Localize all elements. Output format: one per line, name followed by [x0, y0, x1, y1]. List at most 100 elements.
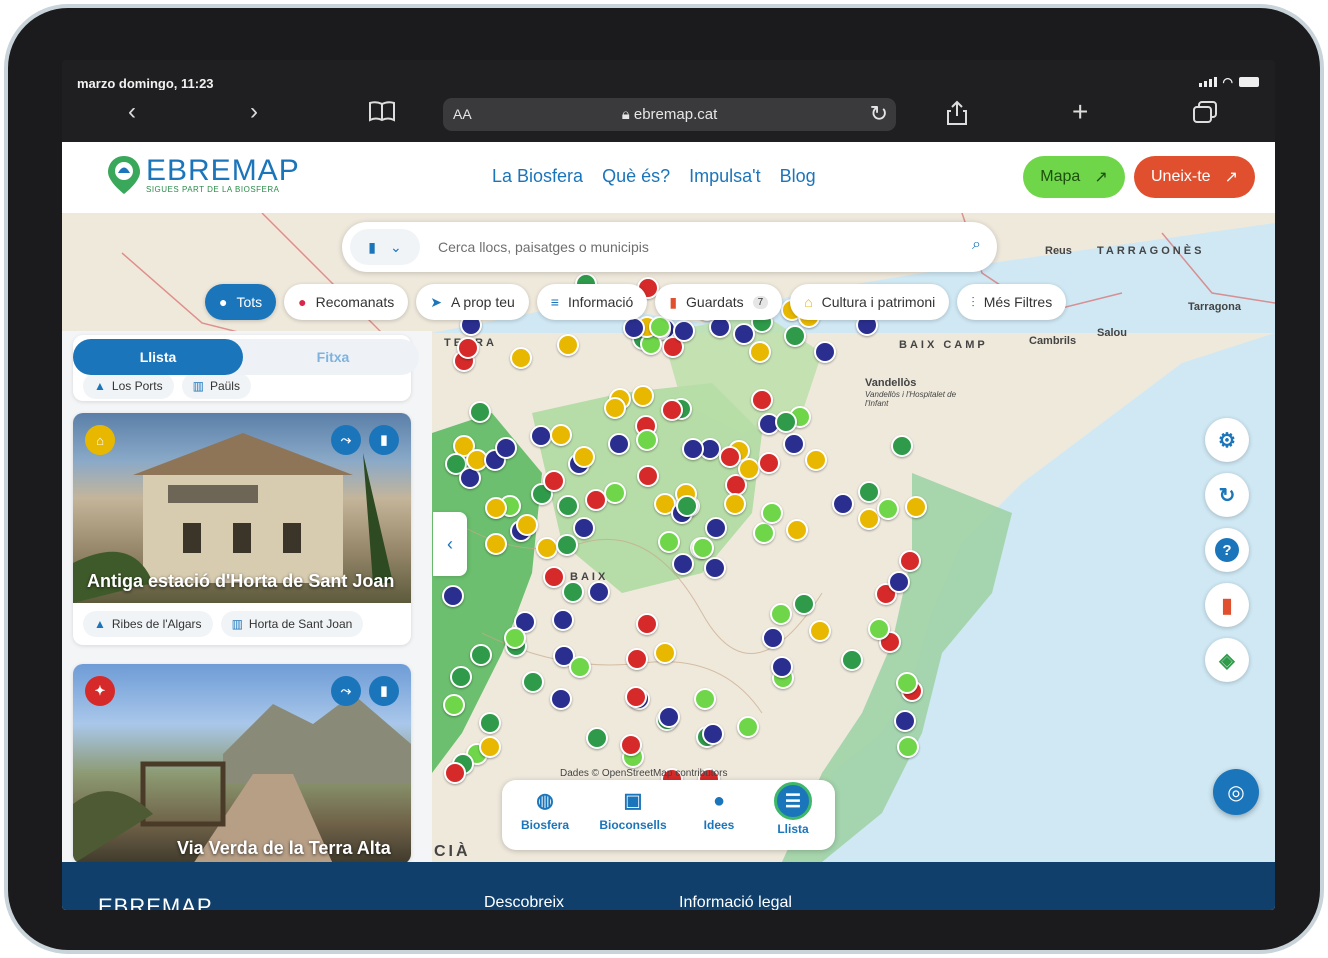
map-marker-icon[interactable] [586, 727, 608, 749]
place-card[interactable]: ⌂ ⤳ ▮ Antiga estació d'Horta de Sant Joa… [73, 413, 411, 645]
help-button[interactable]: ? [1205, 528, 1249, 572]
mapa-button[interactable]: Mapa ↗ [1023, 156, 1125, 198]
nav-biosfera-tab[interactable]: ◍ Biosfera [505, 790, 585, 832]
share-icon[interactable] [946, 100, 968, 131]
map-marker-icon[interactable] [443, 694, 465, 716]
nav-bioconsells-tab[interactable]: ▣ Bioconsells [593, 790, 673, 832]
nav-biosfera[interactable]: La Biosfera [492, 166, 583, 187]
map-marker-icon[interactable] [899, 550, 921, 572]
map-marker-icon[interactable] [562, 581, 584, 603]
map-marker-icon[interactable] [623, 317, 645, 339]
map-marker-icon[interactable] [604, 397, 626, 419]
map-marker-icon[interactable] [504, 627, 526, 649]
nav-llista-tab[interactable]: ☰ Llista [753, 782, 833, 836]
new-tab-icon[interactable]: + [1072, 98, 1088, 126]
map-marker-icon[interactable] [762, 627, 784, 649]
map-marker-icon[interactable] [775, 411, 797, 433]
chip-mes-filtres[interactable]: ⫶ Més Filtres [957, 284, 1067, 320]
chip-a-prop-teu[interactable]: ➤ A prop teu [416, 284, 529, 320]
saved-button[interactable]: ▮ [1205, 583, 1249, 627]
map-marker-icon[interactable] [905, 496, 927, 518]
cookie-settings-button[interactable]: ◎ [1213, 769, 1259, 815]
map-marker-icon[interactable] [479, 712, 501, 734]
map-marker-icon[interactable] [632, 385, 654, 407]
save-bookmark-icon[interactable]: ▮ [369, 676, 399, 706]
map-marker-icon[interactable] [636, 429, 658, 451]
map-marker-icon[interactable] [682, 438, 704, 460]
map-marker-icon[interactable] [557, 334, 579, 356]
map-marker-icon[interactable] [724, 493, 746, 515]
map-marker-icon[interactable] [719, 446, 741, 468]
map-marker-icon[interactable] [469, 401, 491, 423]
nav-idees-tab[interactable]: ● Idees [679, 790, 759, 832]
map-marker-icon[interactable] [550, 688, 572, 710]
collapse-panel-button[interactable]: ‹ [433, 512, 467, 576]
site-logo[interactable]: EBREMAP SIGUES PART DE LA BIOSFERA [106, 154, 300, 196]
nav-que-es[interactable]: Què és? [602, 166, 670, 187]
map-marker-icon[interactable] [485, 533, 507, 555]
map-marker-icon[interactable] [658, 706, 680, 728]
directions-icon[interactable]: ⤳ [331, 425, 361, 455]
map-marker-icon[interactable] [702, 723, 724, 745]
map-marker-icon[interactable] [891, 435, 913, 457]
map-marker-icon[interactable] [783, 433, 805, 455]
map-marker-icon[interactable] [832, 493, 854, 515]
map-marker-icon[interactable] [442, 585, 464, 607]
footer-descobreix[interactable]: Descobreix [484, 894, 564, 910]
refresh-button[interactable]: ↻ [1205, 473, 1249, 517]
map-marker-icon[interactable] [897, 736, 919, 758]
nav-blog[interactable]: Blog [780, 166, 816, 187]
map-marker-icon[interactable] [479, 736, 501, 758]
back-icon[interactable]: ‹ [128, 100, 136, 124]
map-marker-icon[interactable] [793, 593, 815, 615]
search-icon[interactable]: ⌕ [972, 236, 981, 254]
place-card[interactable]: ✦ ⤳ ▮ Via Verda de la Terra Alta [73, 664, 411, 862]
map-marker-icon[interactable] [786, 519, 808, 541]
map-marker-icon[interactable] [705, 517, 727, 539]
map-marker-icon[interactable] [737, 716, 759, 738]
map-marker-icon[interactable] [470, 644, 492, 666]
chip-guardats[interactable]: ▮ Guardats 7 [655, 284, 783, 320]
map-marker-icon[interactable] [877, 498, 899, 520]
save-bookmark-icon[interactable]: ▮ [369, 425, 399, 455]
footer-legal[interactable]: Informació legal [679, 894, 792, 910]
map-marker-icon[interactable] [530, 425, 552, 447]
map-marker-icon[interactable] [676, 495, 698, 517]
map-marker-icon[interactable] [573, 446, 595, 468]
map-marker-icon[interactable] [661, 399, 683, 421]
bookmarks-icon[interactable] [368, 100, 396, 128]
map-marker-icon[interactable] [704, 557, 726, 579]
map-marker-icon[interactable] [556, 534, 578, 556]
map-marker-icon[interactable] [552, 609, 574, 631]
map-marker-icon[interactable] [510, 347, 532, 369]
map-marker-icon[interactable] [495, 437, 517, 459]
map-marker-icon[interactable] [543, 470, 565, 492]
map-marker-icon[interactable] [637, 465, 659, 487]
layers-button[interactable]: ◈ [1205, 638, 1249, 682]
map-marker-icon[interactable] [658, 531, 680, 553]
address-bar[interactable]: AA 🔒︎ ebremap.cat ↻ [443, 98, 896, 131]
map-marker-icon[interactable] [894, 710, 916, 732]
map-mode-select[interactable]: ▮ ⌄ [350, 229, 420, 265]
map-marker-icon[interactable] [569, 656, 591, 678]
map-marker-icon[interactable] [868, 618, 890, 640]
map-marker-icon[interactable] [738, 458, 760, 480]
map-marker-icon[interactable] [485, 497, 507, 519]
map-marker-icon[interactable] [543, 566, 565, 588]
map-marker-icon[interactable] [457, 337, 479, 359]
reload-icon[interactable]: ↻ [870, 101, 888, 127]
map-marker-icon[interactable] [604, 482, 626, 504]
map-marker-icon[interactable] [694, 688, 716, 710]
chip-recomanats[interactable]: ● Recomanats [284, 284, 409, 320]
forward-icon[interactable]: › [250, 100, 258, 124]
chip-cultura[interactable]: ⌂ Cultura i patrimoni [790, 284, 950, 320]
map-marker-icon[interactable] [573, 517, 595, 539]
map-marker-icon[interactable] [753, 522, 775, 544]
map-marker-icon[interactable] [751, 389, 773, 411]
map-marker-icon[interactable] [626, 648, 648, 670]
uneix-button[interactable]: Uneix-te ↗ [1134, 156, 1255, 198]
map-marker-icon[interactable] [516, 514, 538, 536]
map-marker-icon[interactable] [784, 325, 806, 347]
map-marker-icon[interactable] [841, 649, 863, 671]
map-marker-icon[interactable] [771, 656, 793, 678]
